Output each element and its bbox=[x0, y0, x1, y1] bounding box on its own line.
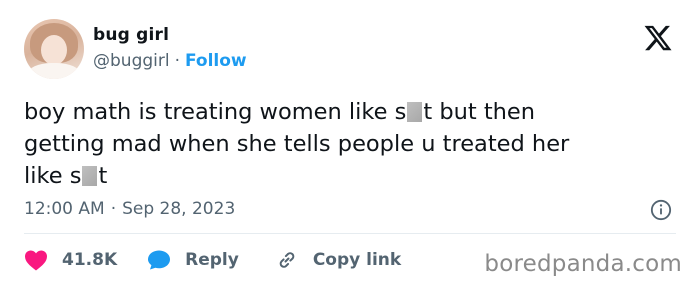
handle-separator: · bbox=[174, 51, 180, 71]
timestamp-separator: · bbox=[110, 199, 117, 219]
censor-block bbox=[82, 166, 98, 186]
avatar[interactable] bbox=[24, 19, 84, 79]
divider bbox=[24, 233, 676, 234]
tweet-timestamp[interactable]: 12:00 AM · Sep 28, 2023 bbox=[24, 199, 235, 219]
tweet-line1-part2: t but then bbox=[423, 99, 536, 125]
tweet-line3-part1: like s bbox=[24, 163, 82, 189]
tweet-line1-part1: boy math is treating women like s bbox=[24, 99, 407, 125]
watermark: boredpanda.com bbox=[484, 251, 682, 277]
avatar-face bbox=[41, 35, 67, 65]
copy-link-label: Copy link bbox=[312, 250, 402, 270]
tweet-date: Sep 28, 2023 bbox=[122, 199, 236, 219]
avatar-body bbox=[28, 63, 80, 79]
link-icon bbox=[279, 252, 295, 268]
handle-line: @buggirl · Follow bbox=[93, 51, 247, 71]
reply-bubble-icon bbox=[148, 250, 171, 270]
follow-button[interactable]: Follow bbox=[185, 51, 247, 71]
tweet-line2: getting mad when she tells people u trea… bbox=[24, 131, 570, 157]
tweet-text: boy math is treating women like s t but t… bbox=[24, 96, 674, 192]
tweet-line3-part2: t bbox=[98, 163, 108, 189]
x-logo-icon[interactable] bbox=[642, 23, 674, 53]
info-icon[interactable] bbox=[650, 199, 672, 221]
reply-button[interactable]: Reply bbox=[147, 249, 239, 271]
display-name[interactable]: bug girl bbox=[93, 25, 169, 45]
reply-label: Reply bbox=[185, 250, 239, 270]
tweet-time: 12:00 AM bbox=[24, 199, 105, 219]
like-count: 41.8K bbox=[62, 250, 118, 270]
censor-block bbox=[407, 102, 423, 122]
copy-link-button[interactable]: Copy link bbox=[275, 248, 401, 272]
action-bar: 41.8K Reply Copy link bbox=[24, 248, 401, 272]
like-button[interactable]: 41.8K bbox=[24, 249, 117, 271]
handle[interactable]: @buggirl bbox=[93, 51, 170, 71]
heart-icon bbox=[25, 250, 47, 271]
